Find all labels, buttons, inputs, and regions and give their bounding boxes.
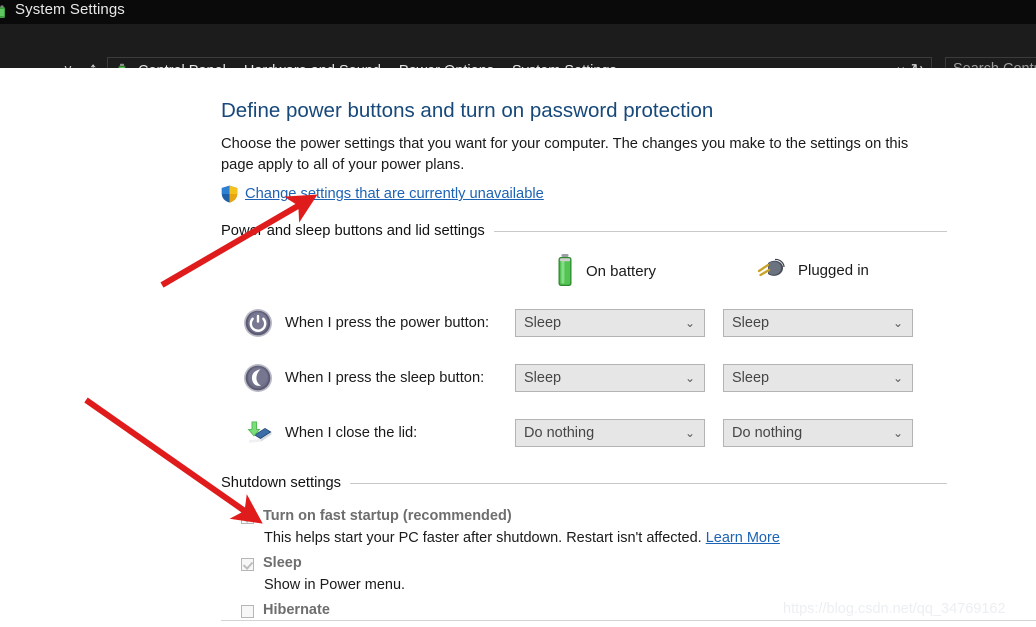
chevron-down-icon: ⌄ — [684, 371, 695, 385]
option-label: Turn on fast startup (recommended) — [263, 508, 512, 524]
chevron-down-icon: ⌄ — [892, 316, 903, 330]
power-button-icon — [244, 309, 272, 337]
sleep-checkbox[interactable] — [241, 558, 254, 571]
setting-row-sleep-button: When I press the sleep button: Sleep ⌄ S… — [243, 361, 913, 395]
column-header-on-battery: On battery — [553, 253, 656, 289]
navigation-bar: ← → ˅ ↑ Control Panel › Hardware and Sou… — [0, 24, 1036, 84]
window-icon — [0, 5, 5, 18]
window-title: System Settings — [15, 1, 125, 18]
setting-label: When I press the sleep button: — [285, 370, 485, 386]
group-divider — [350, 482, 947, 484]
page-title: Define power buttons and turn on passwor… — [221, 99, 714, 122]
window-title-bar: System Settings — [0, 0, 1036, 24]
learn-more-link[interactable]: Learn More — [706, 530, 780, 546]
chevron-down-icon: ⌄ — [684, 316, 695, 330]
laptop-lid-icon — [247, 421, 272, 443]
group-divider — [493, 230, 947, 232]
option-label: Sleep — [263, 555, 302, 571]
group-label: Shutdown settings — [221, 475, 342, 491]
dropdown-value: Sleep — [732, 370, 770, 386]
setting-label: When I press the power button: — [285, 315, 490, 331]
page-description: Choose the power settings that you want … — [221, 136, 909, 173]
sleep-button-on-battery-dropdown[interactable]: Sleep ⌄ — [515, 364, 705, 392]
hibernate-checkbox[interactable] — [241, 605, 254, 618]
dropdown-value: Sleep — [524, 370, 562, 386]
dropdown-value: Sleep — [524, 315, 562, 331]
sleep-option[interactable]: Sleep — [241, 555, 302, 571]
dropdown-value: Sleep — [732, 315, 770, 331]
group-header-shutdown-settings: Shutdown settings — [221, 475, 947, 491]
shield-icon — [221, 185, 238, 203]
setting-label: When I close the lid: — [285, 425, 418, 441]
sleep-button-plugged-in-dropdown[interactable]: Sleep ⌄ — [723, 364, 913, 392]
fast-startup-checkbox[interactable] — [241, 511, 254, 524]
power-plug-icon — [757, 258, 785, 277]
hibernate-option[interactable]: Hibernate — [241, 602, 330, 618]
column-label: Plugged in — [798, 261, 869, 279]
chevron-down-icon: ⌄ — [892, 371, 903, 385]
chevron-down-icon: ⌄ — [684, 426, 695, 440]
dropdown-value: Do nothing — [732, 425, 803, 441]
change-settings-link[interactable]: Change settings that are currently unava… — [245, 186, 544, 202]
fast-startup-description: This helps start your PC faster after sh… — [264, 530, 780, 546]
setting-row-power-button: When I press the power button: Sleep ⌄ S… — [243, 306, 913, 340]
group-label: Power and sleep buttons and lid settings — [221, 223, 485, 239]
sleep-description: Show in Power menu. — [264, 577, 405, 593]
close-lid-on-battery-dropdown[interactable]: Do nothing ⌄ — [515, 419, 705, 447]
description-text: This helps start your PC faster after sh… — [264, 530, 702, 546]
sleep-button-icon — [244, 364, 272, 392]
battery-icon — [558, 254, 572, 286]
change-settings-row: Change settings that are currently unava… — [221, 185, 544, 203]
watermark: https://blog.csdn.net/qq_34769162 — [783, 601, 1006, 617]
dropdown-value: Do nothing — [524, 425, 595, 441]
close-lid-plugged-in-dropdown[interactable]: Do nothing ⌄ — [723, 419, 913, 447]
content-area: Define power buttons and turn on passwor… — [0, 68, 1036, 627]
power-button-on-battery-dropdown[interactable]: Sleep ⌄ — [515, 309, 705, 337]
option-label: Hibernate — [263, 602, 330, 618]
power-button-plugged-in-dropdown[interactable]: Sleep ⌄ — [723, 309, 913, 337]
column-label: On battery — [586, 262, 657, 280]
chevron-down-icon: ⌄ — [892, 426, 903, 440]
column-header-plugged-in: Plugged in — [755, 253, 869, 287]
setting-row-close-lid: When I close the lid: Do nothing ⌄ Do no… — [243, 416, 913, 450]
bottom-divider — [221, 620, 1036, 621]
group-header-power-and-sleep: Power and sleep buttons and lid settings — [221, 223, 947, 239]
description-text: Show in Power menu. — [264, 577, 406, 593]
fast-startup-option[interactable]: Turn on fast startup (recommended) — [241, 508, 512, 524]
